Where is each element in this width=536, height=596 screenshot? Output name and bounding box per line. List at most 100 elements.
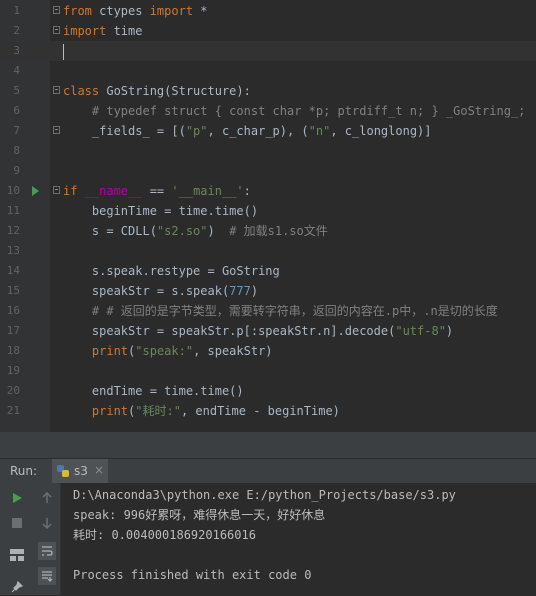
fold-icon[interactable] <box>53 186 60 194</box>
code-line[interactable]: 14 s.speak.restype = GoString <box>0 261 536 281</box>
code-text: print("speak:", speakStr) <box>63 341 273 361</box>
wrap-icon <box>42 546 53 556</box>
fold-icon[interactable] <box>53 126 60 134</box>
code-token: "speak:" <box>135 344 194 358</box>
line-number: 14 <box>6 264 20 277</box>
layout-button[interactable] <box>8 546 26 564</box>
code-line[interactable]: 10 if __name__ == '__main__': <box>0 181 536 201</box>
code-line[interactable]: 16 # # 返回的是字节类型，需要转字符串，返回的内容在.p中，.n是切的长度 <box>0 301 536 321</box>
code-token: , endTime - beginTime) <box>180 404 340 418</box>
code-line[interactable]: 18 print("speak:", speakStr) <box>0 341 536 361</box>
play-icon <box>13 493 22 503</box>
code-editor[interactable]: 1 from ctypes import * 2 import time 3 4 5 clas… <box>0 0 536 432</box>
code-token: print <box>63 404 129 418</box>
line-number: 13 <box>6 244 20 257</box>
code-line[interactable]: 1 from ctypes import * <box>0 1 536 21</box>
code-line[interactable]: 19 <box>0 361 536 381</box>
code-token: ) <box>207 224 230 238</box>
line-number: 2 <box>13 24 20 37</box>
code-line[interactable]: 9 <box>0 161 536 181</box>
code-text: speakStr = speakStr.p[:speakStr.n].decod… <box>63 321 453 341</box>
code-line[interactable]: 4 <box>0 61 536 81</box>
code-line[interactable]: 20 endTime = time.time() <box>0 381 536 401</box>
run-gutter-icon[interactable] <box>32 186 39 196</box>
code-token: print <box>63 344 129 358</box>
code-token: ctypes <box>99 4 150 18</box>
fold-icon[interactable] <box>53 26 60 34</box>
code-text: # typedef struct { const char *p; ptrdif… <box>63 101 525 121</box>
scroll-to-end-button[interactable] <box>38 567 56 585</box>
code-line[interactable]: 11 beginTime = time.time() <box>0 201 536 221</box>
run-tab-s3[interactable]: s3 × <box>52 459 108 484</box>
text-caret <box>63 43 64 60</box>
code-token: from <box>63 4 100 18</box>
line-number: 4 <box>13 64 20 77</box>
code-token: time <box>113 24 143 38</box>
line-number: 8 <box>13 144 20 157</box>
code-line[interactable]: 6 # typedef struct { const char *p; ptrd… <box>0 101 536 121</box>
code-token: beginTime = time.time() <box>63 204 259 218</box>
code-line[interactable]: 3 <box>0 41 536 61</box>
code-line[interactable]: 21 print("耗时:", endTime - beginTime) <box>0 401 536 421</box>
code-token: == <box>142 184 172 198</box>
rerun-button[interactable] <box>8 489 26 507</box>
code-token: "耗时:" <box>135 404 181 418</box>
code-line[interactable]: 8 <box>0 141 536 161</box>
code-line[interactable]: 13 <box>0 241 536 261</box>
code-line[interactable]: 7 _fields_ = [("p", c_char_p), ("n", c_l… <box>0 121 536 141</box>
code-text: print("耗时:", endTime - beginTime) <box>63 401 340 421</box>
code-token: import <box>149 4 201 18</box>
code-line[interactable]: 5 class GoString(Structure): <box>0 81 536 101</box>
line-number: 15 <box>6 284 20 297</box>
code-token: '__main__' <box>171 184 244 198</box>
code-token: s = CDLL( <box>63 224 157 238</box>
scroll-up-button[interactable] <box>38 489 56 507</box>
code-line[interactable]: 17 speakStr = speakStr.p[:speakStr.n].de… <box>0 321 536 341</box>
fold-icon[interactable] <box>53 6 60 14</box>
code-token: , c_longlong)] <box>330 124 432 138</box>
code-text: if __name__ == '__main__': <box>63 181 251 201</box>
line-number: 18 <box>6 344 20 357</box>
code-token: "n" <box>308 124 331 138</box>
code-line[interactable]: 15 speakStr = s.speak(777) <box>0 281 536 301</box>
line-number: 3 <box>13 44 20 57</box>
line-number: 16 <box>6 304 20 317</box>
code-text <box>63 41 64 61</box>
code-token: # typedef struct { const char *p; ptrdif… <box>63 104 526 118</box>
code-token: ) <box>250 284 259 298</box>
code-token: : <box>243 184 251 198</box>
line-number: 9 <box>13 164 20 177</box>
code-line[interactable]: 12 s = CDLL("s2.so") # 加载s1.so文件 <box>0 221 536 241</box>
code-text: s = CDLL("s2.so") # 加载s1.so文件 <box>63 221 328 241</box>
scroll-down-button[interactable] <box>38 514 56 532</box>
line-number: 7 <box>13 124 20 137</box>
arrow-down-icon <box>42 518 52 529</box>
soft-wrap-button[interactable] <box>38 542 56 560</box>
console-line: speak: 996好累呀，难得休息一天，好好休息 <box>73 508 326 522</box>
run-label: Run: <box>10 464 38 478</box>
fold-icon[interactable] <box>53 86 60 94</box>
python-icon <box>57 465 69 477</box>
editor-bottom-bar <box>0 432 536 458</box>
close-icon[interactable]: × <box>94 463 104 477</box>
run-tab-label: s3 <box>74 464 88 478</box>
line-number: 21 <box>6 404 20 417</box>
code-token: __name__ <box>84 184 143 198</box>
console-output[interactable]: D:\Anaconda3\python.exe E:/python_Projec… <box>60 483 536 595</box>
line-number: 5 <box>13 84 20 97</box>
code-text: # # 返回的是字节类型，需要转字符串，返回的内容在.p中，.n是切的长度 <box>63 301 498 321</box>
code-token: "s2.so" <box>156 224 208 238</box>
code-text: speakStr = s.speak(777) <box>63 281 258 301</box>
arrow-up-icon <box>42 492 52 503</box>
stop-button[interactable] <box>8 514 26 532</box>
code-text: _fields_ = [("p", c_char_p), ("n", c_lon… <box>63 121 432 141</box>
code-token: , c_char_p), ( <box>207 124 309 138</box>
pin-icon <box>11 581 23 593</box>
line-number: 11 <box>6 204 20 217</box>
pin-button[interactable] <box>8 578 26 596</box>
code-token: _fields_ = [( <box>63 124 186 138</box>
code-line[interactable]: 2 import time <box>0 21 536 41</box>
code-token: if <box>63 184 85 198</box>
line-number: 20 <box>6 384 20 397</box>
run-toolbar <box>0 483 60 595</box>
